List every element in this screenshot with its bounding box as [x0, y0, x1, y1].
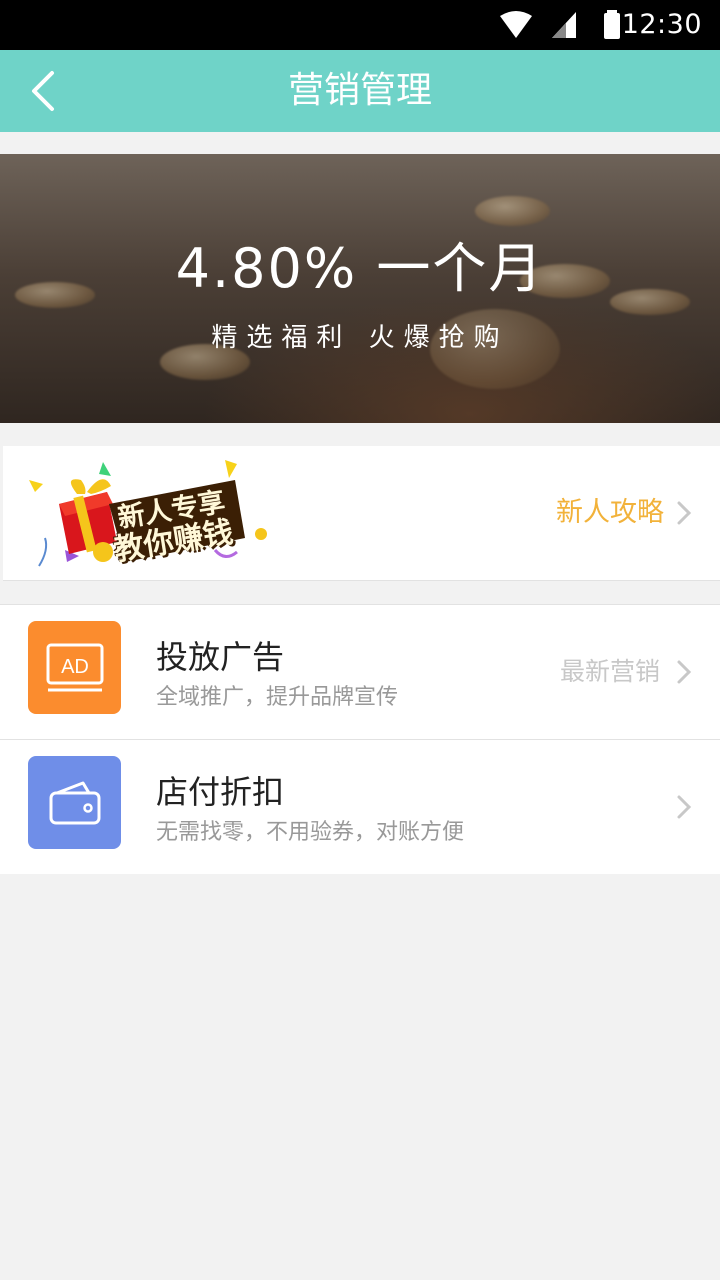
newcomer-badge-image: 新人专享 教你赚钱: [25, 458, 275, 570]
svg-text:AD: AD: [61, 656, 89, 678]
list-item-store-discount[interactable]: 店付折扣 无需找零，不用验券，对账方便: [0, 739, 720, 874]
battery-icon: [604, 10, 620, 39]
back-arrow-icon: [32, 71, 54, 111]
status-bar: 12:30: [0, 0, 720, 50]
banner-subline: 精选福利 火爆抢购: [211, 323, 509, 353]
signal-icon: [552, 12, 576, 38]
newcomer-guide-label: 新人攻略: [556, 497, 664, 528]
banner-headline: 4.80% 一个月: [175, 237, 545, 300]
coin-decoration: [475, 196, 550, 226]
status-time: 12:30: [621, 9, 702, 40]
back-button[interactable]: [18, 66, 68, 116]
promo-banner[interactable]: 4.80% 一个月 精选福利 火爆抢购: [0, 154, 720, 423]
item-title: 店付折扣: [156, 773, 285, 811]
ad-icon: AD: [28, 621, 121, 714]
chevron-right-icon: [677, 660, 692, 684]
marketing-list: AD 投放广告 全域推广，提升品牌宣传 最新营销 店付折扣 无需找零，不用验券，…: [0, 604, 720, 874]
wifi-icon: [500, 11, 532, 38]
banner-text: 4.80% 一个月 精选福利 火爆抢购: [0, 224, 720, 354]
item-title: 投放广告: [156, 638, 285, 676]
chevron-right-icon: [677, 795, 692, 819]
newcomer-guide-card[interactable]: 新人专享 教你赚钱 新人攻略: [3, 446, 720, 581]
page-title: 营销管理: [287, 70, 432, 111]
list-item-advertising[interactable]: AD 投放广告 全域推广，提升品牌宣传 最新营销: [0, 605, 720, 739]
wallet-icon: [28, 756, 121, 849]
item-subtitle: 无需找零，不用验券，对账方便: [156, 820, 465, 845]
item-subtitle: 全域推广，提升品牌宣传: [156, 685, 399, 710]
item-right-label: 最新营销: [559, 657, 660, 686]
chevron-right-icon: [677, 501, 692, 525]
title-bar: 营销管理: [0, 50, 720, 132]
